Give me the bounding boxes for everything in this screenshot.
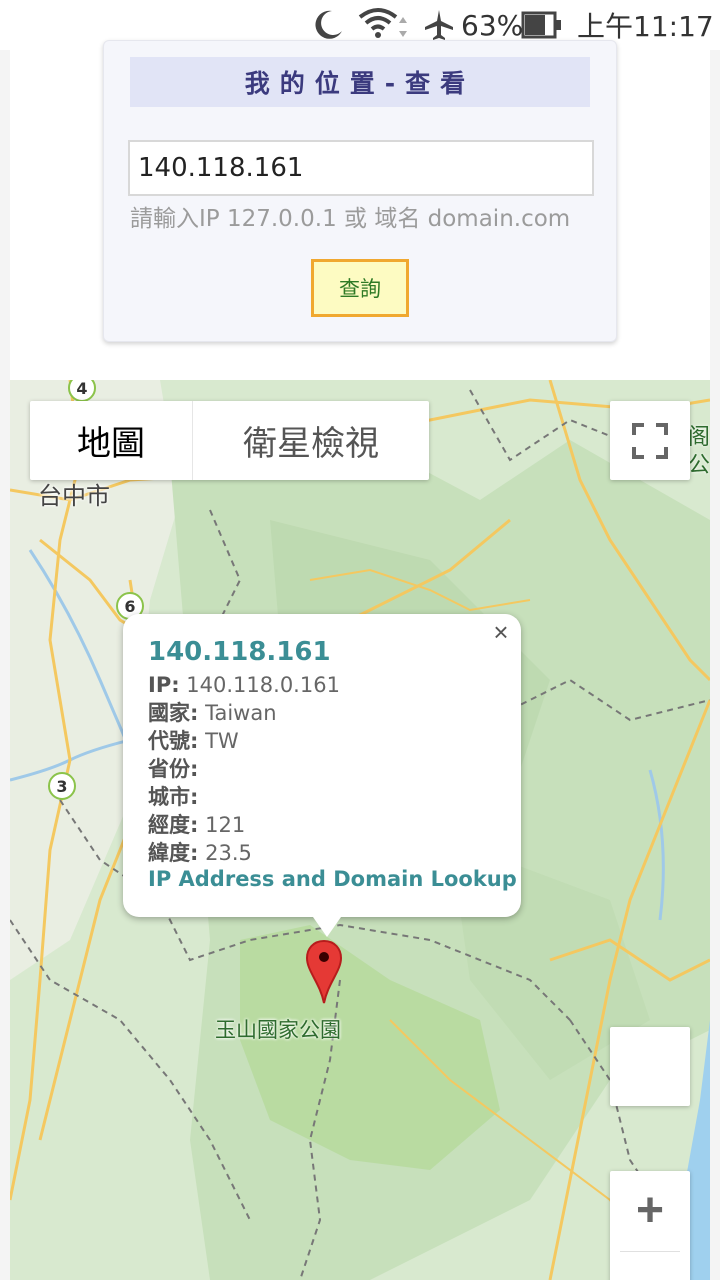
info-window: × 140.118.161 IP: 140.118.0.161 國家: Taiw…	[123, 614, 521, 937]
lookup-link[interactable]: IP Address and Domain Lookup	[148, 867, 517, 891]
zoom-in-button[interactable]: +	[610, 1171, 690, 1250]
lookup-card: 我的位置-查看 請輸入IP 127.0.0.1 或 域名 domain.com …	[103, 40, 617, 342]
map-view[interactable]: 4 6 3 台中市 玉山國家公園 阁 公 地圖 衛星檢視 + × 140.118…	[10, 380, 710, 1280]
fullscreen-button[interactable]	[610, 401, 690, 480]
info-window-title: 140.118.161	[148, 637, 331, 667]
page-left-margin	[0, 50, 10, 1280]
page-right-margin	[710, 50, 720, 1280]
info-rows: IP: 140.118.0.161 國家: Taiwan 代號: TW 省份: …	[148, 671, 340, 867]
info-row-ip: IP: 140.118.0.161	[148, 671, 340, 699]
info-value: 23.5	[205, 841, 252, 865]
info-value: Taiwan	[205, 701, 277, 725]
edge-label: 阁 公	[688, 425, 710, 478]
info-value: 121	[205, 813, 246, 837]
info-label: 省份:	[148, 757, 199, 781]
map-control-blank[interactable]	[610, 1027, 690, 1106]
map-type-control: 地圖 衛星檢視	[30, 401, 429, 480]
location-marker-icon[interactable]	[305, 939, 343, 1005]
info-row-province: 省份:	[148, 755, 340, 783]
ip-input[interactable]	[128, 140, 594, 196]
info-label: 經度:	[148, 813, 199, 837]
route-shield: 3	[48, 772, 76, 800]
close-icon[interactable]: ×	[487, 617, 515, 647]
info-label: 國家:	[148, 701, 199, 725]
tab-satellite[interactable]: 衛星檢視	[192, 401, 429, 480]
city-label: 台中市	[38, 482, 110, 510]
query-button[interactable]: 查詢	[311, 259, 409, 317]
zoom-divider	[620, 1251, 680, 1252]
info-row-code: 代號: TW	[148, 727, 340, 755]
info-label: 城市:	[148, 785, 199, 809]
info-label: IP:	[148, 673, 180, 697]
info-window-pointer	[313, 917, 341, 937]
info-label: 代號:	[148, 729, 199, 753]
card-title: 我的位置-查看	[130, 57, 590, 107]
park-label: 玉山國家公園	[215, 1018, 341, 1042]
info-value: 140.118.0.161	[186, 673, 340, 697]
info-row-country: 國家: Taiwan	[148, 699, 340, 727]
info-row-longitude: 經度: 121	[148, 811, 340, 839]
info-row-latitude: 緯度: 23.5	[148, 839, 340, 867]
input-hint: 請輸入IP 127.0.0.1 或 域名 domain.com	[130, 206, 571, 232]
info-label: 緯度:	[148, 841, 199, 865]
fullscreen-icon	[632, 422, 668, 459]
zoom-control: +	[610, 1171, 690, 1280]
tab-map[interactable]: 地圖	[30, 401, 192, 480]
info-row-city: 城市:	[148, 783, 340, 811]
info-value: TW	[205, 729, 239, 753]
